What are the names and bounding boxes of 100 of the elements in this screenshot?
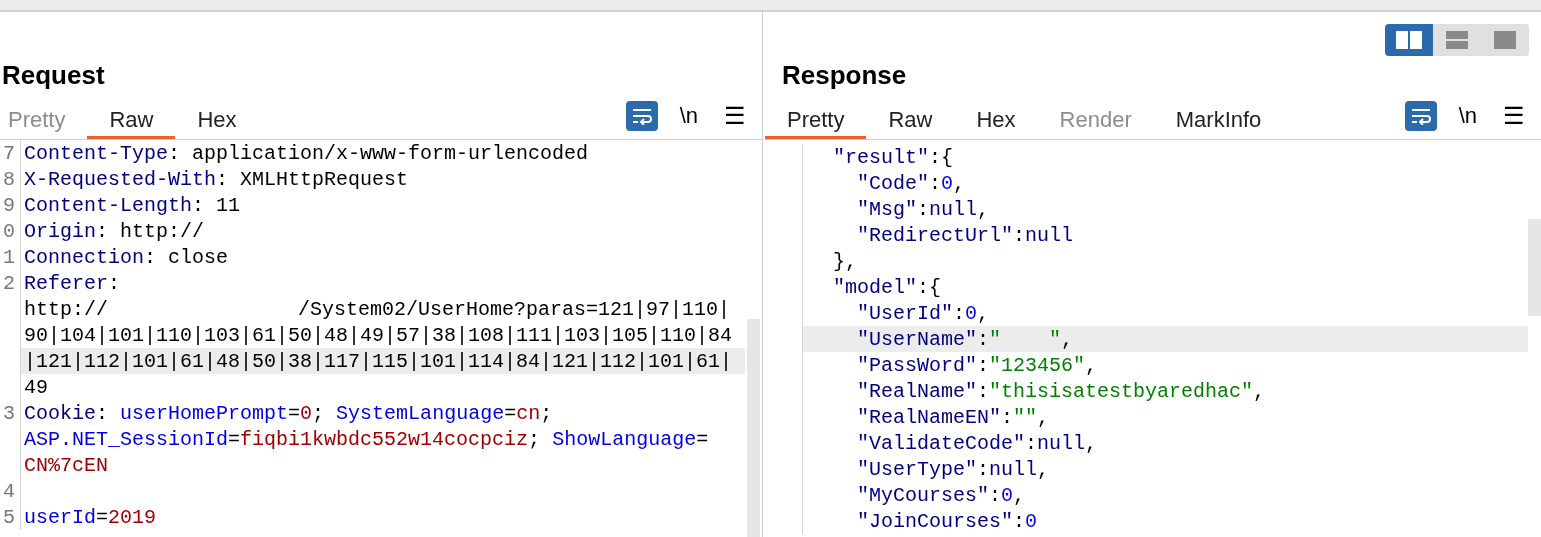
code-text: Cookie	[24, 400, 96, 427]
code-text: : XMLHttpRequest	[216, 166, 409, 193]
tab[interactable]: Pretty	[765, 103, 867, 139]
panel-title: Request	[1, 59, 106, 92]
code-text: 0	[941, 170, 954, 197]
code-text: SystemLanguage	[336, 400, 505, 427]
code-text: "	[1049, 326, 1062, 353]
code-text: ,	[1253, 378, 1266, 405]
code-text: :	[108, 270, 121, 297]
wrap-lines-button[interactable]	[625, 101, 658, 131]
scrollbar-thumb[interactable]	[747, 319, 760, 537]
line-number: 9	[3, 194, 15, 217]
code-text: "UserId"	[856, 300, 954, 327]
code-text: Content-Type	[24, 140, 169, 167]
code-text: },	[832, 248, 857, 275]
code-text: "result"	[832, 144, 930, 171]
code-text: "RealNameEN"	[856, 404, 1002, 431]
menu-button[interactable]: ☰	[1499, 101, 1529, 131]
code-text: :	[1025, 430, 1038, 457]
code-text: :	[1001, 404, 1014, 431]
code-text: =	[504, 400, 517, 427]
code-text: null	[989, 456, 1038, 483]
newline-toggle[interactable]: \n	[675, 101, 702, 131]
code-text: "Msg"	[856, 196, 918, 223]
code-text: :	[917, 196, 930, 223]
line-number: 7	[3, 142, 15, 165]
code-text: ShowLanguage	[552, 426, 697, 453]
line-number: 2	[3, 272, 15, 295]
code-text: :	[929, 170, 942, 197]
code-text: Origin	[24, 218, 96, 245]
line-number: 1	[3, 246, 15, 269]
code-text: :	[977, 378, 990, 405]
rows-icon	[1446, 31, 1468, 49]
layout-toggle-button[interactable]	[1385, 24, 1433, 56]
code-text: /System02/UserHome?paras=121|97|110|	[298, 296, 731, 323]
code-text: "UserName"	[856, 326, 978, 353]
code-text: 2019	[108, 504, 157, 531]
wrap-icon	[1409, 107, 1432, 125]
code-text: 90|104|101|110|103|61|50|48|49|57|38|108|111|103|105|110|84	[24, 322, 733, 349]
code-text: 0	[300, 400, 313, 427]
code-text: "JoinCourses"	[856, 508, 1014, 535]
code-text: ,	[1085, 430, 1098, 457]
code-text: ,	[977, 300, 990, 327]
code-text: ;	[540, 400, 553, 427]
code-text: :	[96, 400, 110, 427]
newline-toggle[interactable]: \n	[1454, 101, 1481, 131]
tab[interactable]: MarkInfo	[1153, 103, 1284, 139]
wrap-lines-button[interactable]	[1404, 101, 1437, 131]
code-text: ""	[1013, 404, 1038, 431]
line-number: 0	[3, 220, 15, 243]
code-text: ,	[1037, 456, 1050, 483]
code-text: "RedirectUrl"	[856, 222, 1014, 249]
tab[interactable]: Raw	[866, 103, 955, 139]
code-text: "	[989, 326, 1002, 353]
code-text: ;	[528, 426, 542, 453]
code-text: X-Requested-With	[24, 166, 217, 193]
code-text: :	[1013, 508, 1026, 535]
code-text: ,	[1037, 404, 1050, 431]
code-text: :	[977, 326, 990, 353]
code-text: :	[1013, 222, 1026, 249]
columns-icon	[1396, 31, 1422, 49]
code-text: 0	[965, 300, 978, 327]
code-text: "ValidateCode"	[856, 430, 1026, 457]
code-text: :	[977, 456, 990, 483]
code-text: Content-Length	[24, 192, 193, 219]
code-text: |121|112|101|61|48|50|38|117|115|101|114|84|121|112|101|61|	[24, 348, 733, 375]
code-text: :	[977, 352, 990, 379]
tab[interactable]: Hex	[175, 103, 259, 139]
code-text: =	[288, 400, 301, 427]
menu-button[interactable]: ☰	[720, 101, 750, 131]
code-text: "123456"	[989, 352, 1086, 379]
code-text: "PassWord"	[856, 352, 978, 379]
single-pane-icon	[1494, 31, 1516, 49]
wrap-icon	[630, 107, 653, 125]
code-text: Connection	[24, 244, 145, 271]
code-text: userHomePrompt	[120, 400, 289, 427]
code-text: =	[96, 504, 109, 531]
code-text: ,	[1013, 482, 1026, 509]
code-text: "RealName"	[856, 378, 978, 405]
code-text: : application/x-www-form-urlencoded	[168, 140, 589, 167]
code-text: :	[953, 300, 966, 327]
code-text: : http://	[96, 218, 205, 245]
code-text: :	[989, 482, 1002, 509]
code-text: ;	[312, 400, 326, 427]
code-text: "model"	[832, 274, 918, 301]
code-text: "UserType"	[856, 456, 978, 483]
code-text: cn	[516, 400, 541, 427]
code-text: :{	[929, 144, 954, 171]
code-text: CN%7cEN	[24, 452, 108, 479]
code-text: userId	[24, 504, 96, 531]
code-text: null	[1037, 430, 1086, 457]
code-text: ,	[977, 196, 990, 223]
code-text: ,	[1085, 352, 1098, 379]
code-text: 0	[1025, 508, 1038, 535]
panel-title: Response	[781, 59, 908, 92]
code-text: fiqbi1kwbdc552w14cocpciz	[240, 426, 529, 453]
scrollbar-thumb[interactable]	[1528, 219, 1541, 316]
code-text: ,	[953, 170, 966, 197]
tab[interactable]: Hex	[954, 103, 1038, 139]
code-text: http://	[24, 296, 108, 323]
